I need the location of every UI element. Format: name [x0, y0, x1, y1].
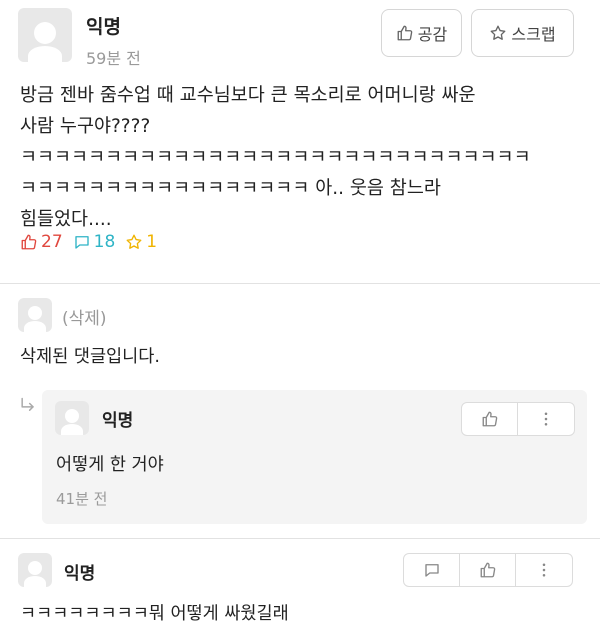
empathy-label: 공감 — [417, 25, 448, 44]
comment-count: 18 — [93, 232, 116, 252]
like-stat: 27 — [20, 232, 63, 252]
more-vertical-icon — [542, 563, 546, 577]
reply-avatar — [55, 401, 89, 435]
scrap-stat: 1 — [125, 232, 157, 252]
reply-time: 41분 전 — [56, 490, 108, 508]
post-stats: 27 18 1 — [20, 232, 167, 252]
comment-author: (삭제) — [62, 309, 107, 329]
post-line: 힘들었다.... — [20, 209, 112, 230]
comment-stat: 18 — [73, 232, 116, 252]
star-icon — [490, 25, 506, 40]
scrap-count: 1 — [146, 232, 158, 252]
comment-avatar — [18, 298, 52, 332]
comment-actions — [403, 553, 573, 587]
comment-text: 삭제된 댓글입니다. — [20, 347, 160, 367]
post-line: ㅋㅋㅋㅋㅋㅋㅋㅋㅋㅋㅋㅋㅋㅋㅋㅋㅋ 아.. 웃음 참느라 — [20, 178, 441, 199]
more-vertical-icon — [544, 412, 548, 426]
comment-text: ㅋㅋㅋㅋㅋㅋㅋㅋ뭐 어떻게 싸웠길래 — [20, 604, 289, 624]
scrap-label: 스크랩 — [511, 25, 556, 44]
reply-arrow-icon — [18, 396, 38, 421]
thumbs-up-icon — [397, 25, 413, 41]
post-avatar — [18, 8, 72, 62]
comment-author: 익명 — [64, 564, 96, 584]
reply-more-button[interactable] — [518, 403, 574, 435]
divider — [0, 538, 600, 539]
divider — [0, 283, 600, 284]
post-line: ㅋㅋㅋㅋㅋㅋㅋㅋㅋㅋㅋㅋㅋㅋㅋㅋㅋㅋㅋㅋㅋㅋㅋㅋㅋㅋㅋㅋㅋㅋ — [20, 147, 531, 168]
thumbs-up-icon — [482, 411, 497, 427]
comment-like-button[interactable] — [460, 554, 516, 586]
reply-actions — [461, 402, 575, 436]
thumbs-up-icon — [21, 234, 37, 250]
reply-like-button[interactable] — [462, 403, 518, 435]
post-line: 사람 누구야???? — [20, 116, 151, 137]
post-line: 방금 젠바 줌수업 때 교수님보다 큰 목소리로 어머니랑 싸운 — [20, 85, 476, 106]
reply-author: 익명 — [102, 411, 134, 431]
scrap-button[interactable]: 스크랩 — [471, 9, 574, 57]
post-author: 익명 — [86, 16, 121, 38]
reply-text: 어떻게 한 거야 — [56, 455, 164, 475]
star-icon — [126, 234, 142, 249]
post-content: 방금 젠바 줌수업 때 교수님보다 큰 목소리로 어머니랑 싸운 사람 누구야?… — [20, 80, 585, 235]
thumbs-up-icon — [480, 562, 495, 578]
like-count: 27 — [41, 232, 63, 252]
comment-reply-button[interactable] — [404, 554, 460, 586]
comment-avatar — [18, 553, 52, 587]
comment-icon — [74, 236, 89, 249]
comment-icon — [424, 564, 439, 577]
post-time: 59분 전 — [86, 49, 141, 68]
comment-more-button[interactable] — [516, 554, 572, 586]
empathy-button[interactable]: 공감 — [381, 9, 462, 57]
